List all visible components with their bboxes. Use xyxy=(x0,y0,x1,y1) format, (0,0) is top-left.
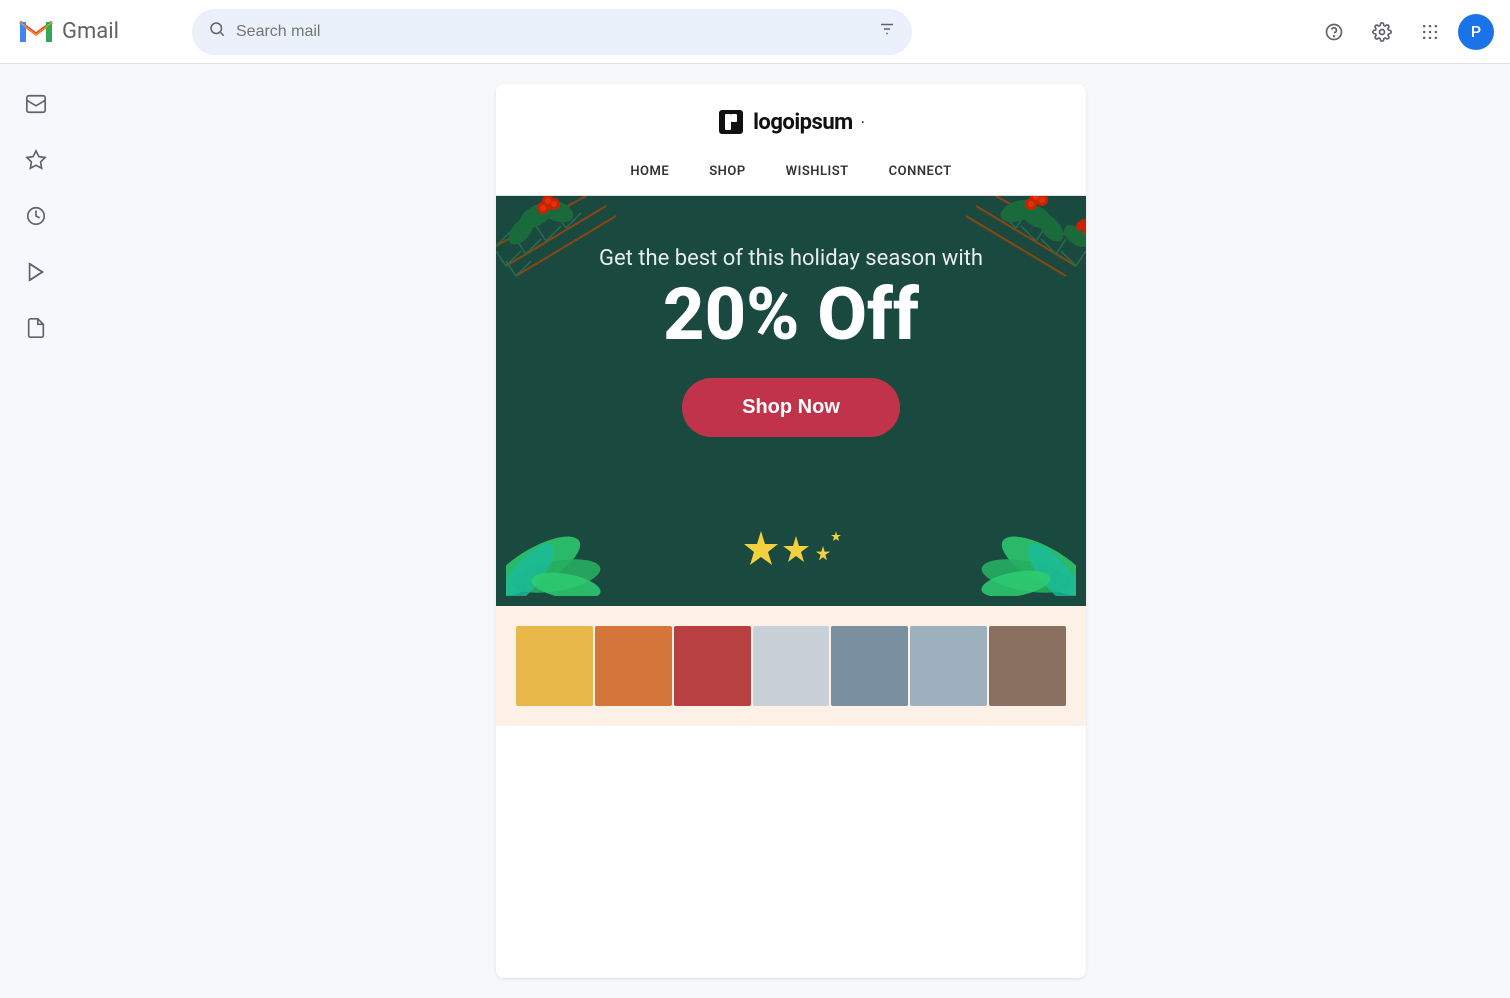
search-bar[interactable] xyxy=(192,9,912,55)
email-logo-area: logoipsum · xyxy=(496,108,1086,136)
gmail-m-icon xyxy=(16,12,56,52)
filter-icon[interactable] xyxy=(878,20,896,43)
email-area: logoipsum · HOME SHOP WISHLIST CONNECT xyxy=(372,64,1210,998)
hero-banner: Get the best of this holiday season with… xyxy=(496,196,1086,606)
sidebar-send-icon[interactable] xyxy=(12,248,60,296)
sidebar-draft-icon[interactable] xyxy=(12,304,60,352)
product-section xyxy=(496,606,1086,726)
product-block-3 xyxy=(674,626,751,706)
help-button[interactable] xyxy=(1314,12,1354,52)
content-left-panel xyxy=(72,64,372,998)
sidebar-star-icon[interactable] xyxy=(12,136,60,184)
top-bar: Gmail xyxy=(0,0,1510,64)
stars-decoration xyxy=(731,526,851,586)
apps-button[interactable] xyxy=(1410,12,1450,52)
nav-connect[interactable]: CONNECT xyxy=(889,164,952,179)
gmail-logo: Gmail xyxy=(16,12,176,52)
search-icon xyxy=(208,20,226,43)
settings-button[interactable] xyxy=(1362,12,1402,52)
gmail-label: Gmail xyxy=(62,19,119,44)
top-right-icons: P xyxy=(1314,12,1494,52)
sidebar-inbox-icon[interactable] xyxy=(12,80,60,128)
search-input[interactable] xyxy=(236,23,868,41)
email-nav: HOME SHOP WISHLIST CONNECT xyxy=(496,152,1086,179)
avatar[interactable]: P xyxy=(1458,14,1494,50)
hero-discount: 20% Off xyxy=(536,275,1046,354)
product-block-5 xyxy=(831,626,908,706)
product-block-6 xyxy=(910,626,987,706)
email-header: logoipsum · HOME SHOP WISHLIST CONNECT xyxy=(496,84,1086,196)
content-right-panel xyxy=(1210,64,1510,998)
nav-home[interactable]: HOME xyxy=(630,164,669,179)
leaves-bottom-right-decoration xyxy=(956,496,1076,596)
hero-subtitle: Get the best of this holiday season with xyxy=(536,246,1046,271)
brand-name: logoipsum xyxy=(753,110,853,135)
product-block-7 xyxy=(989,626,1066,706)
product-block-2 xyxy=(595,626,672,706)
email-wrapper: logoipsum · HOME SHOP WISHLIST CONNECT xyxy=(496,84,1086,978)
leaves-bottom-left-decoration xyxy=(506,496,636,596)
brand-dot: · xyxy=(861,113,865,132)
shop-now-button[interactable]: Shop Now xyxy=(682,378,900,437)
product-block-4 xyxy=(753,626,830,706)
product-block-1 xyxy=(516,626,593,706)
nav-wishlist[interactable]: WISHLIST xyxy=(786,164,849,179)
brand-logo-icon xyxy=(717,108,745,136)
sidebar-recent-icon[interactable] xyxy=(12,192,60,240)
left-sidebar xyxy=(0,64,72,998)
product-strip xyxy=(516,626,1066,706)
main-layout: logoipsum · HOME SHOP WISHLIST CONNECT xyxy=(0,64,1510,998)
nav-shop[interactable]: SHOP xyxy=(709,164,745,179)
